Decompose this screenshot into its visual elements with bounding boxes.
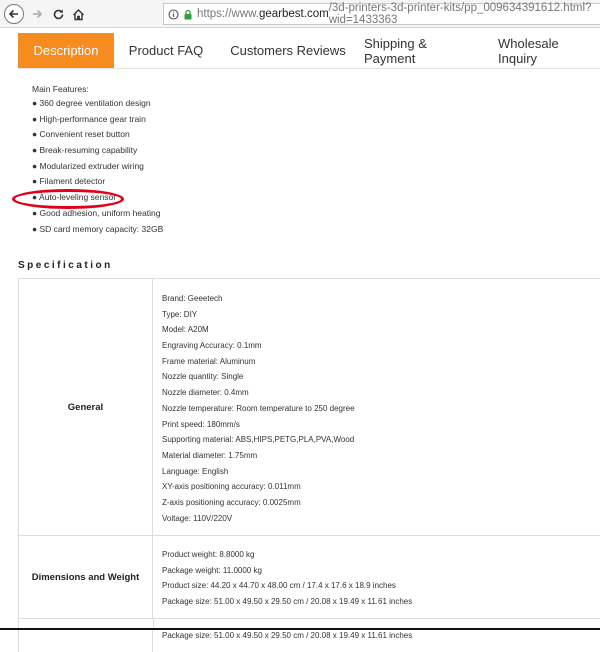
feature-item: ● Modularized extruder wiring <box>32 160 144 171</box>
feature-item: ● 360 degree ventilation design <box>32 98 151 108</box>
feature-item: ● Filament detector <box>32 176 106 187</box>
tab-description[interactable]: Description <box>18 33 114 68</box>
spec-label-general: General <box>19 279 153 535</box>
spec-value: Engraving Accuracy: 0.1mm <box>162 341 262 351</box>
spec-row-general: General Brand: Geeetech Type: DIY Model:… <box>19 279 600 536</box>
table-border <box>152 630 153 652</box>
feature-item: ● Break-resuming capability <box>32 145 138 156</box>
product-tabs: Description Product FAQ Customers Review… <box>18 33 600 69</box>
spec-value: Product weight: 8.8000 kg <box>162 550 255 559</box>
lock-icon <box>183 9 193 20</box>
features-title: Main Features: <box>32 84 89 94</box>
specification-table: General Brand: Geeetech Type: DIY Model:… <box>18 278 600 619</box>
tab-wholesale-inquiry[interactable]: Wholesale Inquiry <box>498 33 600 68</box>
specification-heading: Specification <box>18 260 113 271</box>
forward-button[interactable] <box>27 4 47 24</box>
url-host: gearbest.com <box>259 8 329 20</box>
spec-value: Nozzle diameter: 0.4mm <box>162 388 249 398</box>
table-border <box>18 630 19 652</box>
spec-value: Package size: 51.00 x 49.50 x 29.50 cm /… <box>162 597 413 607</box>
feature-item: ● SD card memory capacity: 32GB <box>32 223 164 234</box>
spec-value: Material diameter: 1.75mm <box>162 450 258 460</box>
back-arrow-icon <box>8 9 18 19</box>
spec-value-repeated: Package size: 51.00 x 49.50 x 29.50 cm /… <box>162 631 413 640</box>
spec-value: Brand: Geeetech <box>162 294 223 303</box>
home-button[interactable] <box>68 4 88 24</box>
home-icon <box>72 8 84 20</box>
main-features: Main Features: ● 360 degree ventilation … <box>32 82 163 237</box>
spec-value: Nozzle temperature: Room temperature to … <box>162 403 355 413</box>
spec-values-general: Brand: Geeetech Type: DIY Model: A20M En… <box>162 291 355 526</box>
url-path: /3d-printers-3d-printer-kits/pp_00963439… <box>328 2 592 26</box>
spec-value: XY-axis positioning accuracy: 0.011mm <box>162 482 301 492</box>
spec-label-dimensions-weight: Dimensions and Weight <box>19 536 153 618</box>
reload-button[interactable] <box>48 4 68 24</box>
spec-value: Voltage: 110V/220V <box>162 513 233 523</box>
spec-row-dimensions-weight: Dimensions and Weight Product weight: 8.… <box>19 536 600 619</box>
tab-product-faq[interactable]: Product FAQ <box>118 33 214 68</box>
spec-value: Package weight: 11.0000 kg <box>162 565 262 575</box>
spec-value: Language: English <box>162 466 229 476</box>
secure-info-icon[interactable] <box>168 8 179 20</box>
spec-value: Nozzle quantity: Single <box>162 372 244 382</box>
spec-values-dimensions-weight: Product weight: 8.8000 kg Package weight… <box>162 547 412 610</box>
spec-value: Z-axis positioning accuracy: 0.0025mm <box>162 497 301 507</box>
spec-value: Product size: 44.20 x 44.70 x 48.00 cm /… <box>162 581 396 591</box>
address-bar[interactable]: https://www. gearbest.com/3d-printers-3d-… <box>163 2 600 26</box>
feature-item: ● High-performance gear train <box>32 113 146 124</box>
spec-value: Supporting material: ABS,HIPS,PETG,PLA,P… <box>162 435 355 445</box>
forward-arrow-icon <box>33 9 43 19</box>
spec-value: Model: A20M <box>162 325 209 335</box>
spec-value: Type: DIY <box>162 309 198 319</box>
browser-toolbar: https://www. gearbest.com/3d-printers-3d-… <box>0 0 600 28</box>
features-list: ● 360 degree ventilation design ● High-p… <box>32 96 163 237</box>
tab-shipping-payment[interactable]: Shipping & Payment <box>364 33 474 68</box>
spec-value: Frame material: Aluminum <box>162 356 256 366</box>
spec-value: Print speed: 180mm/s <box>162 419 240 429</box>
back-button[interactable] <box>4 4 24 24</box>
feature-item: ● Convenient reset button <box>32 129 130 140</box>
screenshot-divider <box>0 628 600 630</box>
reload-icon <box>53 9 63 19</box>
highlight-ellipse-annotation <box>12 189 124 209</box>
tab-customers-reviews[interactable]: Customers Reviews <box>224 33 352 68</box>
url-scheme: https://www. <box>197 8 259 20</box>
